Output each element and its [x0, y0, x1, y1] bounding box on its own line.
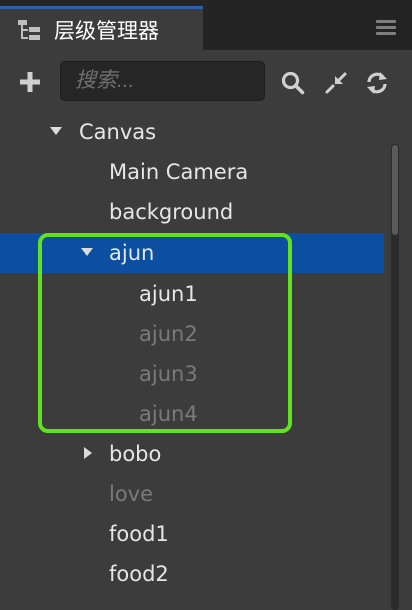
tree-node-background[interactable]: background [0, 192, 384, 232]
tree-node-label: ajun3 [139, 362, 198, 386]
tree-node-canvas[interactable]: Canvas [0, 112, 384, 152]
tree-node-label: food1 [109, 522, 169, 546]
collapse-arrow-icon[interactable] [84, 447, 92, 459]
search-icon[interactable] [280, 70, 306, 96]
tree-node-label: Canvas [79, 120, 157, 144]
tree-node-ajun[interactable]: ajun [0, 233, 384, 273]
tree-node-label: ajun [109, 241, 155, 265]
tab-hierarchy[interactable]: 层级管理器 [0, 6, 203, 50]
tree-node-bobo[interactable]: bobo [0, 434, 384, 474]
tree-node-label: background [109, 200, 234, 224]
tree-node-ajun3[interactable]: ajun3 [0, 354, 384, 394]
search-input[interactable] [60, 61, 265, 101]
tree-node-label: ajun1 [139, 282, 198, 306]
tree-node-label: Main Camera [109, 160, 249, 184]
plus-icon[interactable] [18, 70, 42, 94]
hamburger-menu-icon[interactable] [376, 20, 396, 36]
hierarchy-icon [18, 20, 40, 40]
scrollbar-thumb[interactable] [392, 145, 398, 235]
expand-arrow-icon[interactable] [81, 248, 93, 256]
tree-node-label: bobo [109, 442, 162, 466]
collapse-arrows-icon[interactable] [323, 70, 349, 96]
expand-arrow-icon[interactable] [50, 127, 62, 135]
tree-node-ajun1[interactable]: ajun1 [0, 274, 384, 314]
panel-title: 层级管理器 [54, 19, 159, 43]
tree-node-label: love [109, 482, 154, 506]
tree-node-label: ajun2 [139, 322, 198, 346]
tree-node-label: ajun4 [139, 402, 198, 426]
tree-node-ajun4[interactable]: ajun4 [0, 394, 384, 434]
vertical-scrollbar[interactable] [391, 144, 399, 610]
refresh-icon[interactable] [364, 70, 390, 96]
tree-node-ajun2[interactable]: ajun2 [0, 314, 384, 354]
tree-node-main-camera[interactable]: Main Camera [0, 152, 384, 192]
tree-node-label: food2 [109, 562, 169, 586]
tab-bar: 层级管理器 [0, 0, 412, 50]
hierarchy-panel: 层级管理器 Canvas Main Camera [0, 0, 412, 610]
tree-node-food1[interactable]: food1 [0, 514, 384, 554]
tree-node-food2[interactable]: food2 [0, 554, 384, 594]
tree-node-love[interactable]: love [0, 474, 384, 514]
hierarchy-tree: Canvas Main Camera background ajun ajun1… [0, 112, 412, 610]
